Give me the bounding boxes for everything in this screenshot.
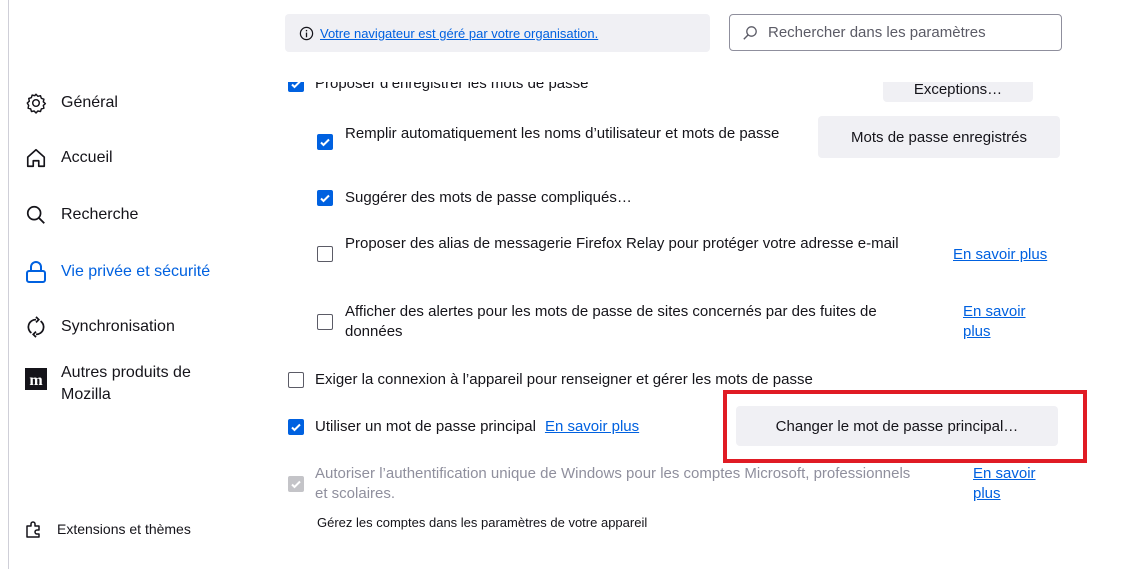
primary-password-checkbox[interactable] xyxy=(288,419,304,435)
windows-sso-checkbox xyxy=(288,476,304,492)
search-input[interactable] xyxy=(766,23,1060,42)
sidebar-item-label: Recherche xyxy=(61,206,139,223)
sidebar-item-label: Synchronisation xyxy=(61,318,175,335)
checkmark-icon xyxy=(291,82,301,89)
autofill-checkbox[interactable] xyxy=(317,134,333,150)
sidebar-item-mozilla-products[interactable]: m Autres produits de Mozilla xyxy=(25,362,221,406)
breach-alerts-checkbox[interactable] xyxy=(317,314,333,330)
sidebar-item-label: Général xyxy=(61,94,118,111)
windows-sso-learn-more-link[interactable]: En savoir plus xyxy=(973,464,1053,504)
device-auth-row[interactable]: Exiger la connexion à l’appareil pour re… xyxy=(288,370,813,390)
sidebar-item-label: Accueil xyxy=(61,149,113,166)
relay-label: Proposer des alias de messagerie Firefox… xyxy=(345,235,899,252)
autofill-row[interactable]: Remplir automatiquement les noms d’utili… xyxy=(317,124,812,150)
breach-alerts-row[interactable]: Afficher des alertes pour les mots de pa… xyxy=(317,302,937,342)
breach-alerts-label: Afficher des alertes pour les mots de pa… xyxy=(345,303,877,340)
offer-save-label: Proposer d’enregistrer les mots de passe xyxy=(315,82,589,92)
checkmark-icon xyxy=(320,138,330,147)
checkmark-icon xyxy=(291,480,301,489)
relay-checkbox[interactable] xyxy=(317,246,333,262)
lock-icon xyxy=(26,261,46,283)
offer-save-checkbox[interactable] xyxy=(288,82,304,92)
exceptions-button[interactable]: Exceptions… xyxy=(883,82,1033,102)
windows-sso-label: Autoriser l’authentification unique de W… xyxy=(315,465,911,502)
sidebar-item-home[interactable]: Accueil xyxy=(25,147,113,169)
sidebar-item-sync[interactable]: Synchronisation xyxy=(25,316,175,338)
managed-browser-notice: Votre navigateur est géré par votre orga… xyxy=(285,14,710,52)
checkmark-icon xyxy=(320,194,330,203)
accounts-hint: Gérez les comptes dans les paramètres de… xyxy=(317,515,648,530)
device-auth-label: Exiger la connexion à l’appareil pour re… xyxy=(315,371,813,388)
relay-learn-more-link[interactable]: En savoir plus xyxy=(953,245,1047,265)
sidebar-item-label: Extensions et thèmes xyxy=(57,521,191,537)
search-icon xyxy=(26,205,45,224)
sync-icon xyxy=(27,316,45,338)
sidebar-item-general[interactable]: Général xyxy=(25,92,118,114)
settings-search[interactable] xyxy=(729,14,1062,51)
window-left-border xyxy=(8,0,9,569)
highlight-box xyxy=(723,390,1087,463)
sidebar-item-label: Vie privée et sécurité xyxy=(61,263,211,280)
primary-password-learn-more-link[interactable]: En savoir plus xyxy=(545,417,639,437)
primary-password-label: Utiliser un mot de passe principal xyxy=(315,418,536,435)
gear-icon xyxy=(26,93,47,114)
sidebar-item-search[interactable]: Recherche xyxy=(25,204,138,226)
offer-save-row[interactable]: Proposer d’enregistrer les mots de passe xyxy=(288,82,588,94)
sidebar-item-label: Autres produits de Mozilla xyxy=(61,364,191,403)
sidebar-item-extensions[interactable]: Extensions et thèmes xyxy=(25,520,191,538)
suggest-strong-checkbox[interactable] xyxy=(317,190,333,206)
mozilla-logo-icon: m xyxy=(25,368,47,390)
home-icon xyxy=(26,148,46,168)
puzzle-icon xyxy=(26,521,40,538)
suggest-strong-label: Suggérer des mots de passe compliqués… xyxy=(345,189,632,206)
managed-browser-link[interactable]: Votre navigateur est géré par votre orga… xyxy=(320,26,598,41)
primary-password-row[interactable]: Utiliser un mot de passe principal En sa… xyxy=(288,417,639,437)
windows-sso-row: Autoriser l’authentification unique de W… xyxy=(288,464,918,504)
autofill-label: Remplir automatiquement les noms d’utili… xyxy=(345,125,780,142)
suggest-strong-row[interactable]: Suggérer des mots de passe compliqués… xyxy=(317,188,632,208)
sidebar-item-privacy[interactable]: Vie privée et sécurité xyxy=(25,260,210,284)
checkmark-icon xyxy=(291,423,301,432)
search-icon xyxy=(743,25,757,40)
saved-passwords-button[interactable]: Mots de passe enregistrés xyxy=(818,116,1060,158)
info-icon xyxy=(299,26,314,40)
relay-row[interactable]: Proposer des alias de messagerie Firefox… xyxy=(317,234,937,262)
svg-text:m: m xyxy=(29,372,43,389)
device-auth-checkbox[interactable] xyxy=(288,372,304,388)
passwords-section: Proposer d’enregistrer les mots de passe… xyxy=(270,82,1136,569)
breach-learn-more-link[interactable]: En savoir plus xyxy=(963,302,1053,342)
